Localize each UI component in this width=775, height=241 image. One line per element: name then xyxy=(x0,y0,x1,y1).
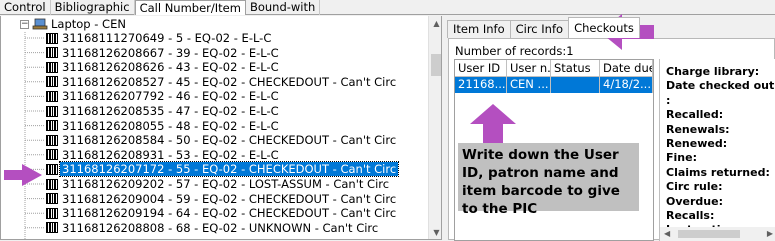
scroll-right-icon[interactable]: ▶ xyxy=(767,227,773,241)
tree-item-label: 31168126208667 - 39 - EQ-02 - E-L-C xyxy=(62,45,279,60)
grid-header: User ID User n... Status Date due xyxy=(455,60,653,77)
column-header-user-id[interactable]: User ID xyxy=(455,60,507,77)
instruction-callout: Write down the User ID, patron name and … xyxy=(458,143,639,217)
tree-item-row[interactable]: 31168126208535 - 47 - EQ-02 - E-L-C xyxy=(46,104,281,118)
info-field-label: Date checked out: xyxy=(666,79,775,93)
tab-call-number-item[interactable]: Call Number/Item xyxy=(134,0,246,15)
tree-item-row[interactable]: 31168126207792 - 46 - EQ-02 - E-L-C xyxy=(46,89,281,103)
tab-circ-info[interactable]: Circ Info xyxy=(509,20,570,38)
info-horizontal-scrollbar[interactable]: ◀ ▶ xyxy=(660,227,775,241)
record-tab-bar: Control Bibliographic Call Number/Item B… xyxy=(0,0,775,15)
barcode-icon xyxy=(46,32,58,44)
barcode-icon xyxy=(46,222,58,234)
tree-item-row[interactable]: 31168111270649 - 5 - EQ-02 - E-L-C xyxy=(46,31,273,45)
info-field-label: Overdue: xyxy=(666,194,723,208)
barcode-icon xyxy=(46,149,58,161)
info-field-label: Renewals: xyxy=(666,122,730,136)
info-field-label: Recalled: xyxy=(666,108,724,122)
cell-user-id: 21168... xyxy=(455,77,507,93)
info-field-label: Claims returned: xyxy=(666,165,770,179)
arrow-pointing-selected-item-icon xyxy=(4,164,42,186)
tree-vertical-scrollbar[interactable]: ▲ ▼ xyxy=(428,16,441,239)
item-tree-panel: − Laptop - CEN 31168111270649 - 5 - EQ-0… xyxy=(0,16,442,240)
barcode-icon xyxy=(46,120,58,132)
tree-item-row[interactable]: 31168126208626 - 43 - EQ-02 - E-L-C xyxy=(46,60,281,74)
scroll-left-icon[interactable]: ◀ xyxy=(664,227,670,241)
scroll-up-icon[interactable]: ▲ xyxy=(429,16,441,31)
tree-item-row[interactable]: 31168126208055 - 48 - EQ-02 - E-L-C xyxy=(46,119,281,133)
column-header-user-name[interactable]: User n... xyxy=(507,60,551,77)
tab-bibliographic[interactable]: Bibliographic xyxy=(51,0,135,15)
tree-item-row[interactable]: 31168126208584 - 50 - EQ-02 - CHECKEDOUT… xyxy=(46,133,398,147)
tree-item-row[interactable]: 31168126209004 - 59 - EQ-02 - CHECKEDOUT… xyxy=(46,192,398,206)
info-field-label: Renewed: xyxy=(666,137,728,150)
tab-item-info[interactable]: Item Info xyxy=(447,20,511,38)
tree-item-label: 31168111270649 - 5 - EQ-02 - E-L-C xyxy=(62,31,272,45)
column-header-status[interactable]: Status xyxy=(551,60,600,77)
tree-item-row[interactable]: 31168126209194 - 64 - EQ-02 - CHECKEDOUT… xyxy=(46,206,398,220)
tree-item-label: 31168126209194 - 64 - EQ-02 - CHECKEDOUT… xyxy=(62,206,397,221)
tab-checkouts[interactable]: Checkouts xyxy=(568,17,640,38)
barcode-icon xyxy=(46,134,58,146)
info-field-label: : xyxy=(666,93,671,107)
barcode-icon xyxy=(46,61,58,73)
cell-status xyxy=(551,77,600,93)
cell-user-name: CEN ... xyxy=(507,77,551,93)
info-field-label: Circ rule: xyxy=(666,180,723,194)
detail-tab-bar: Item Info Circ Info Checkouts xyxy=(447,17,640,38)
tree-item-label: 31168126208535 - 47 - EQ-02 - E-L-C xyxy=(62,104,279,118)
info-field-label: Charge library: xyxy=(666,65,760,78)
collapse-icon[interactable]: − xyxy=(20,19,29,29)
barcode-icon xyxy=(46,163,58,175)
tree-item-label: 31168126208808 - 68 - EQ-02 - UNKNOWN - … xyxy=(62,220,379,235)
info-field-label: Recalls: xyxy=(666,209,715,222)
tree-item-row[interactable]: 31168126208667 - 39 - EQ-02 - E-L-C xyxy=(46,46,281,60)
tree-node-label: Laptop - CEN xyxy=(51,17,126,31)
checkout-row[interactable]: 21168... CEN ... 4/18/2... xyxy=(455,77,653,93)
tree-item-label: 31168126209202 - 57 - EQ-02 - LOST-ASSUM… xyxy=(62,177,390,191)
tree-item-label: 31168126207792 - 46 - EQ-02 - E-L-C xyxy=(62,89,279,104)
barcode-icon xyxy=(46,207,58,219)
tree-item-label: 31168126208527 - 45 - EQ-02 - CHECKEDOUT… xyxy=(62,74,397,89)
tree-item-row[interactable]: 31168126208808 - 68 - EQ-02 - UNKNOWN - … xyxy=(46,221,380,235)
tree-node-laptop-cen[interactable]: − Laptop - CEN xyxy=(20,17,126,31)
tree-item-label: 31168126209004 - 59 - EQ-02 - CHECKEDOUT… xyxy=(62,191,397,206)
tree-item-label: 31168126208626 - 43 - EQ-02 - E-L-C xyxy=(62,60,279,75)
column-header-date-due[interactable]: Date due xyxy=(600,60,653,77)
scroll-thumb[interactable] xyxy=(678,230,740,238)
tree-item-row[interactable]: 31168126209202 - 57 - EQ-02 - LOST-ASSUM… xyxy=(46,177,391,191)
tree-item-row[interactable]: 31168126208527 - 45 - EQ-02 - CHECKEDOUT… xyxy=(46,75,398,89)
barcode-icon xyxy=(46,178,58,190)
barcode-icon xyxy=(46,47,58,59)
record-count-label: Number of records:1 xyxy=(455,44,574,58)
barcode-icon xyxy=(46,76,58,88)
checkout-info-panel: Charge library: Date checked out:: Recalle… xyxy=(659,59,775,241)
cell-date-due: 4/18/2... xyxy=(600,77,653,93)
scroll-down-icon[interactable]: ▼ xyxy=(429,225,441,239)
arrow-pointing-checkout-row-icon xyxy=(470,104,516,144)
tree-item-label: 31168126208584 - 50 - EQ-02 - CHECKEDOUT… xyxy=(62,133,397,148)
laptop-icon xyxy=(32,18,48,30)
tab-control[interactable]: Control xyxy=(0,0,51,15)
barcode-icon xyxy=(46,105,58,117)
info-field-label: Fine: xyxy=(666,151,697,165)
tree-item-label: 31168126208931 - 53 - EQ-02 - E-L-C xyxy=(62,147,279,162)
tree-item-label: 31168126207172 - 55 - EQ-02 - CHECKEDOUT… xyxy=(58,161,400,178)
scroll-thumb[interactable] xyxy=(431,54,441,76)
tree-item-row[interactable]: 31168126207172 - 55 - EQ-02 - CHECKEDOUT… xyxy=(46,161,400,178)
tree-item-label: 31168126208055 - 48 - EQ-02 - E-L-C xyxy=(62,118,279,133)
tree-item-row[interactable]: 31168126208931 - 53 - EQ-02 - E-L-C xyxy=(46,148,281,162)
barcode-icon xyxy=(46,193,58,205)
barcode-icon xyxy=(46,90,58,102)
tab-bound-with[interactable]: Bound-with xyxy=(246,0,321,15)
